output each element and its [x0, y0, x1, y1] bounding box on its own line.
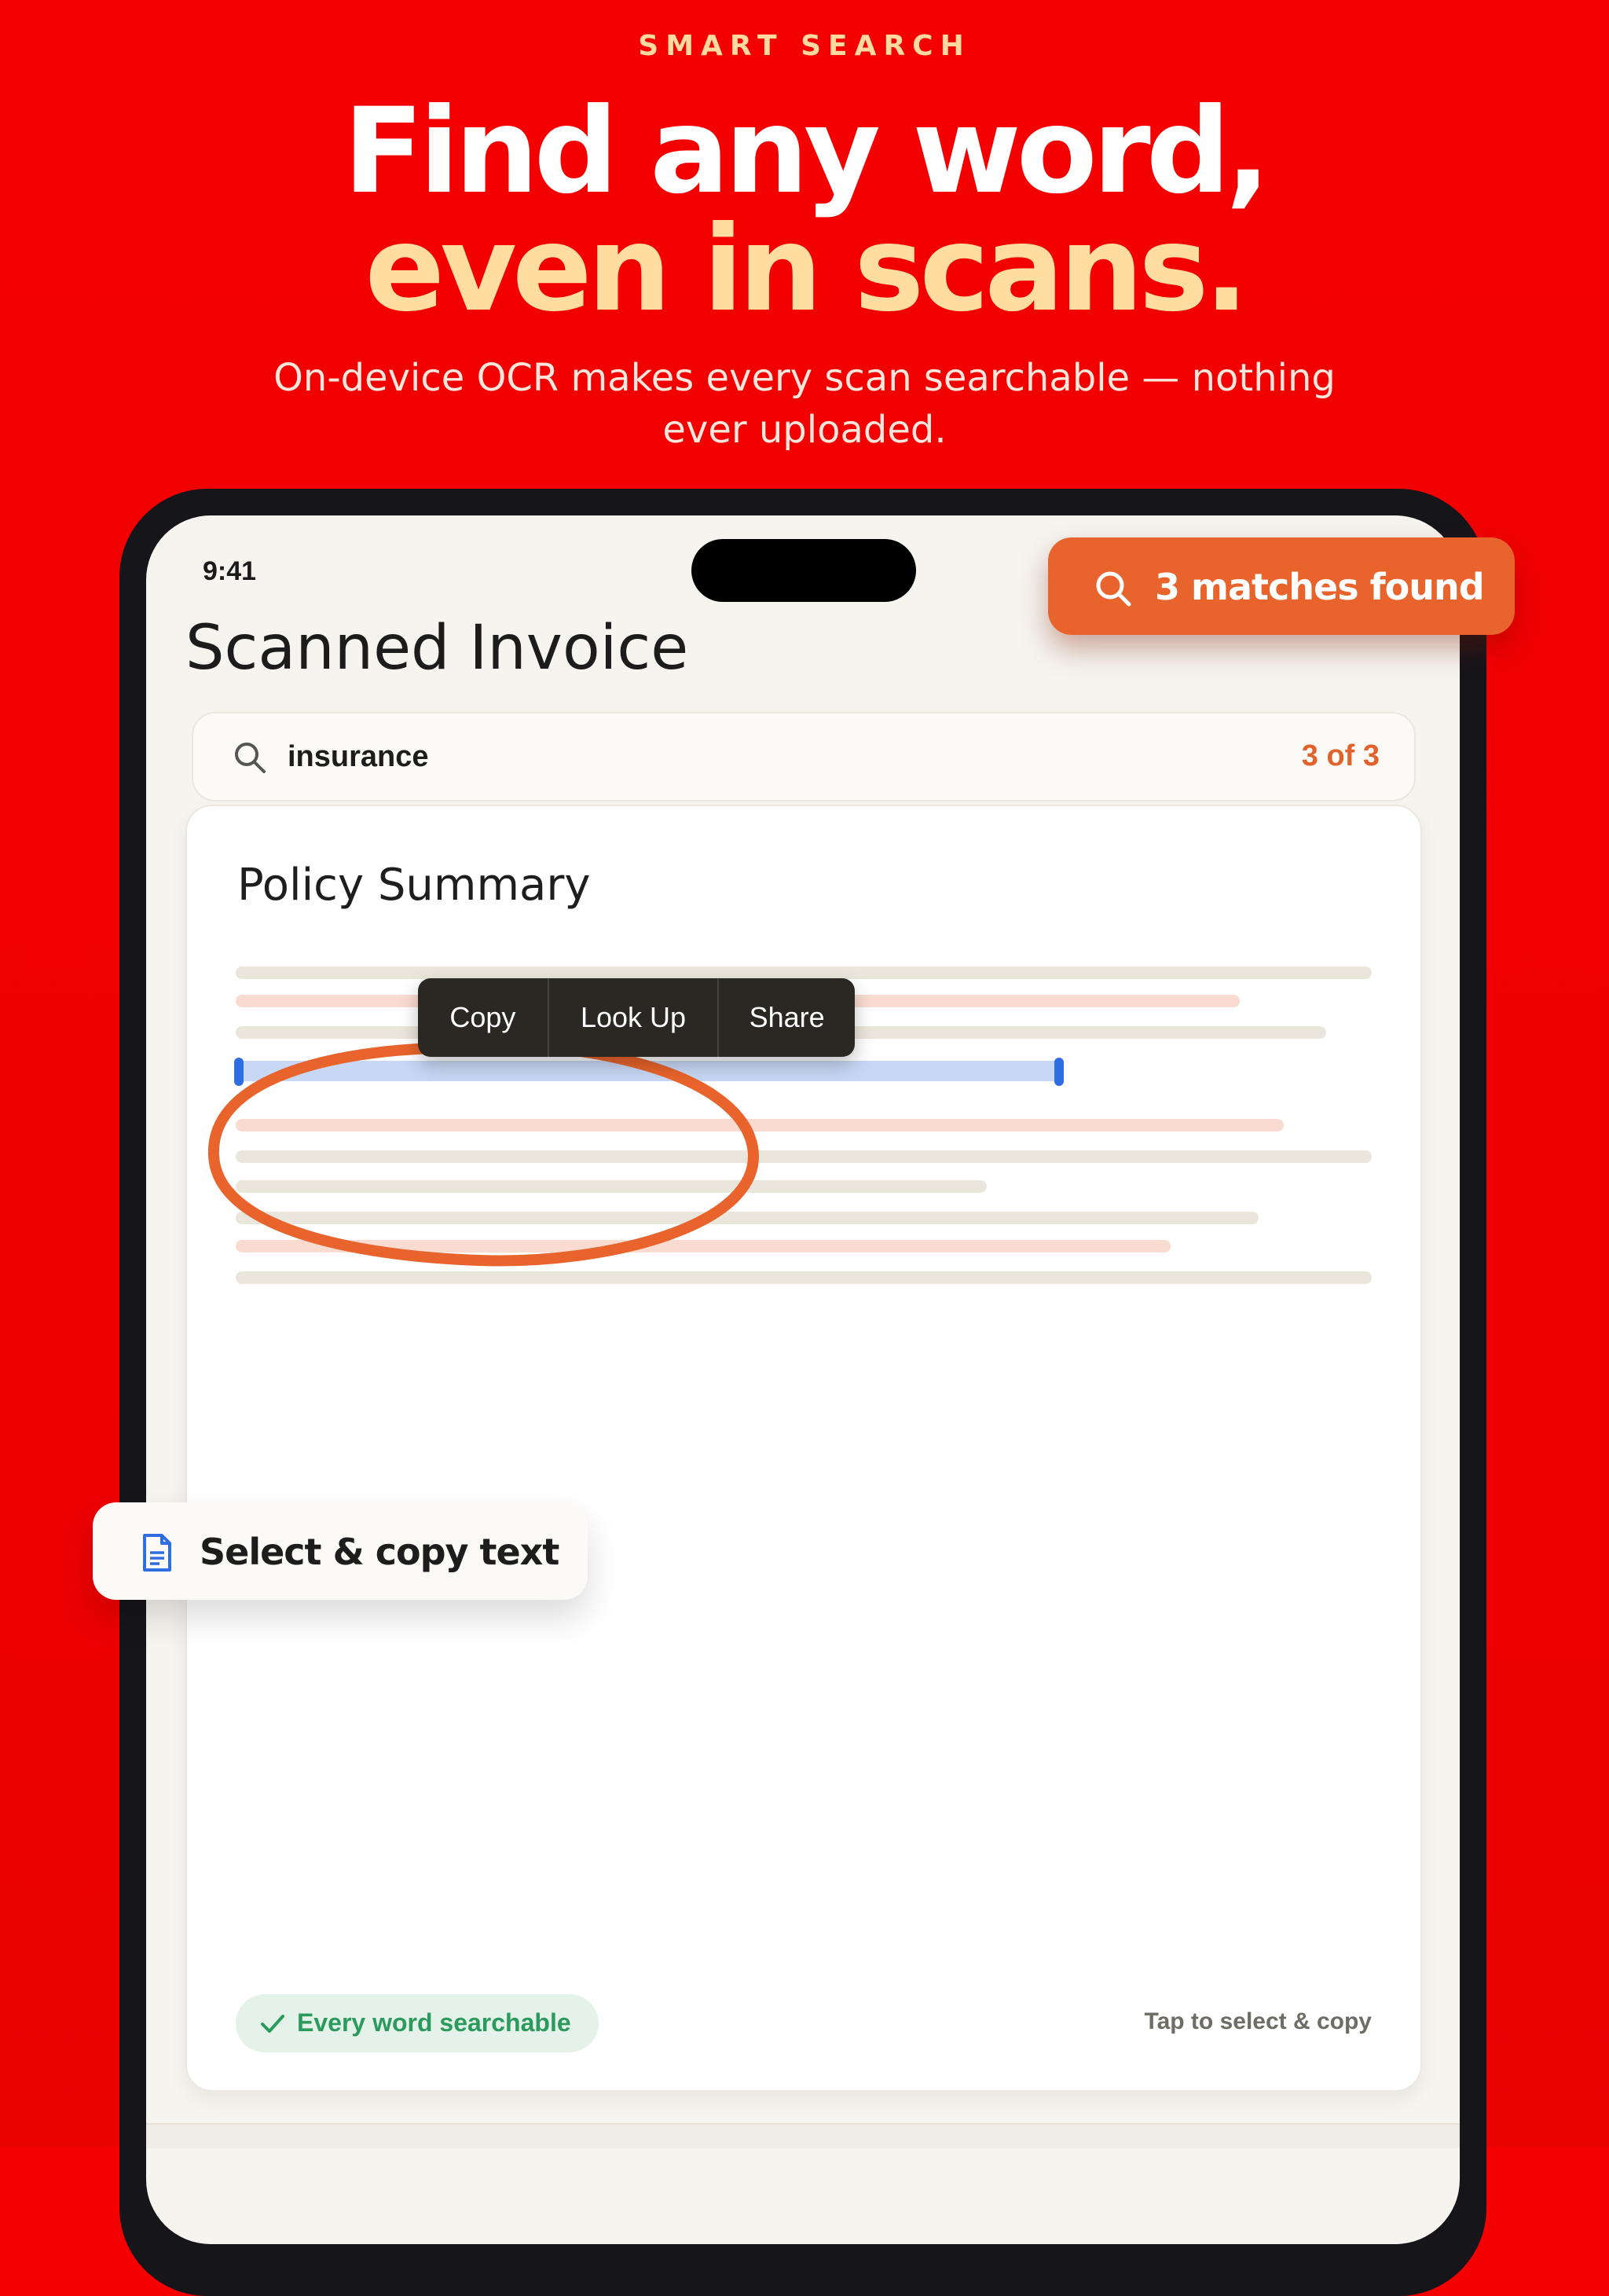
text-line [236, 1271, 1372, 1284]
match-counter: 3 of 3 [1301, 739, 1380, 772]
select-hint: Tap to select & copy [1144, 2008, 1372, 2034]
page-title: Scanned Invoice [185, 613, 689, 684]
headline-line-1: Find any word, [343, 83, 1270, 220]
bottom-toolbar-edge [146, 2123, 1460, 2148]
eyebrow-label: SMART SEARCH [638, 30, 971, 62]
copy-menu-item[interactable]: Copy [418, 978, 549, 1057]
share-menu-item[interactable]: Share [719, 978, 855, 1057]
status-time: 9:41 [203, 556, 257, 586]
search-icon [1096, 571, 1131, 607]
search-bar[interactable]: insurance 3 of 3 [192, 712, 1416, 801]
search-input[interactable]: insurance [288, 740, 429, 774]
matches-found-badge: 3 matches found [1048, 537, 1515, 635]
look-up-menu-item[interactable]: Look Up [549, 978, 720, 1057]
dynamic-island [691, 539, 916, 602]
select-copy-label: Select & copy text [200, 1531, 559, 1573]
status-badge-label: Every word searchable [297, 2008, 571, 2037]
headline-line-2: even in scans. [365, 201, 1248, 338]
section-title: Policy Summary [237, 860, 591, 911]
hero-subtitle: On-device OCR makes every scan searchabl… [273, 356, 1336, 452]
search-icon [235, 743, 266, 773]
matches-found-label: 3 matches found [1155, 566, 1485, 608]
select-copy-badge: Select & copy text [93, 1502, 588, 1600]
selection-end-handle[interactable] [1054, 1058, 1064, 1086]
text-line [236, 966, 1372, 979]
status-badge: Every word searchable [236, 1994, 599, 2052]
checkmark-icon [261, 2015, 284, 2033]
document-icon [143, 1534, 171, 1572]
text-context-menu: Copy Look Up Share [418, 978, 855, 1057]
